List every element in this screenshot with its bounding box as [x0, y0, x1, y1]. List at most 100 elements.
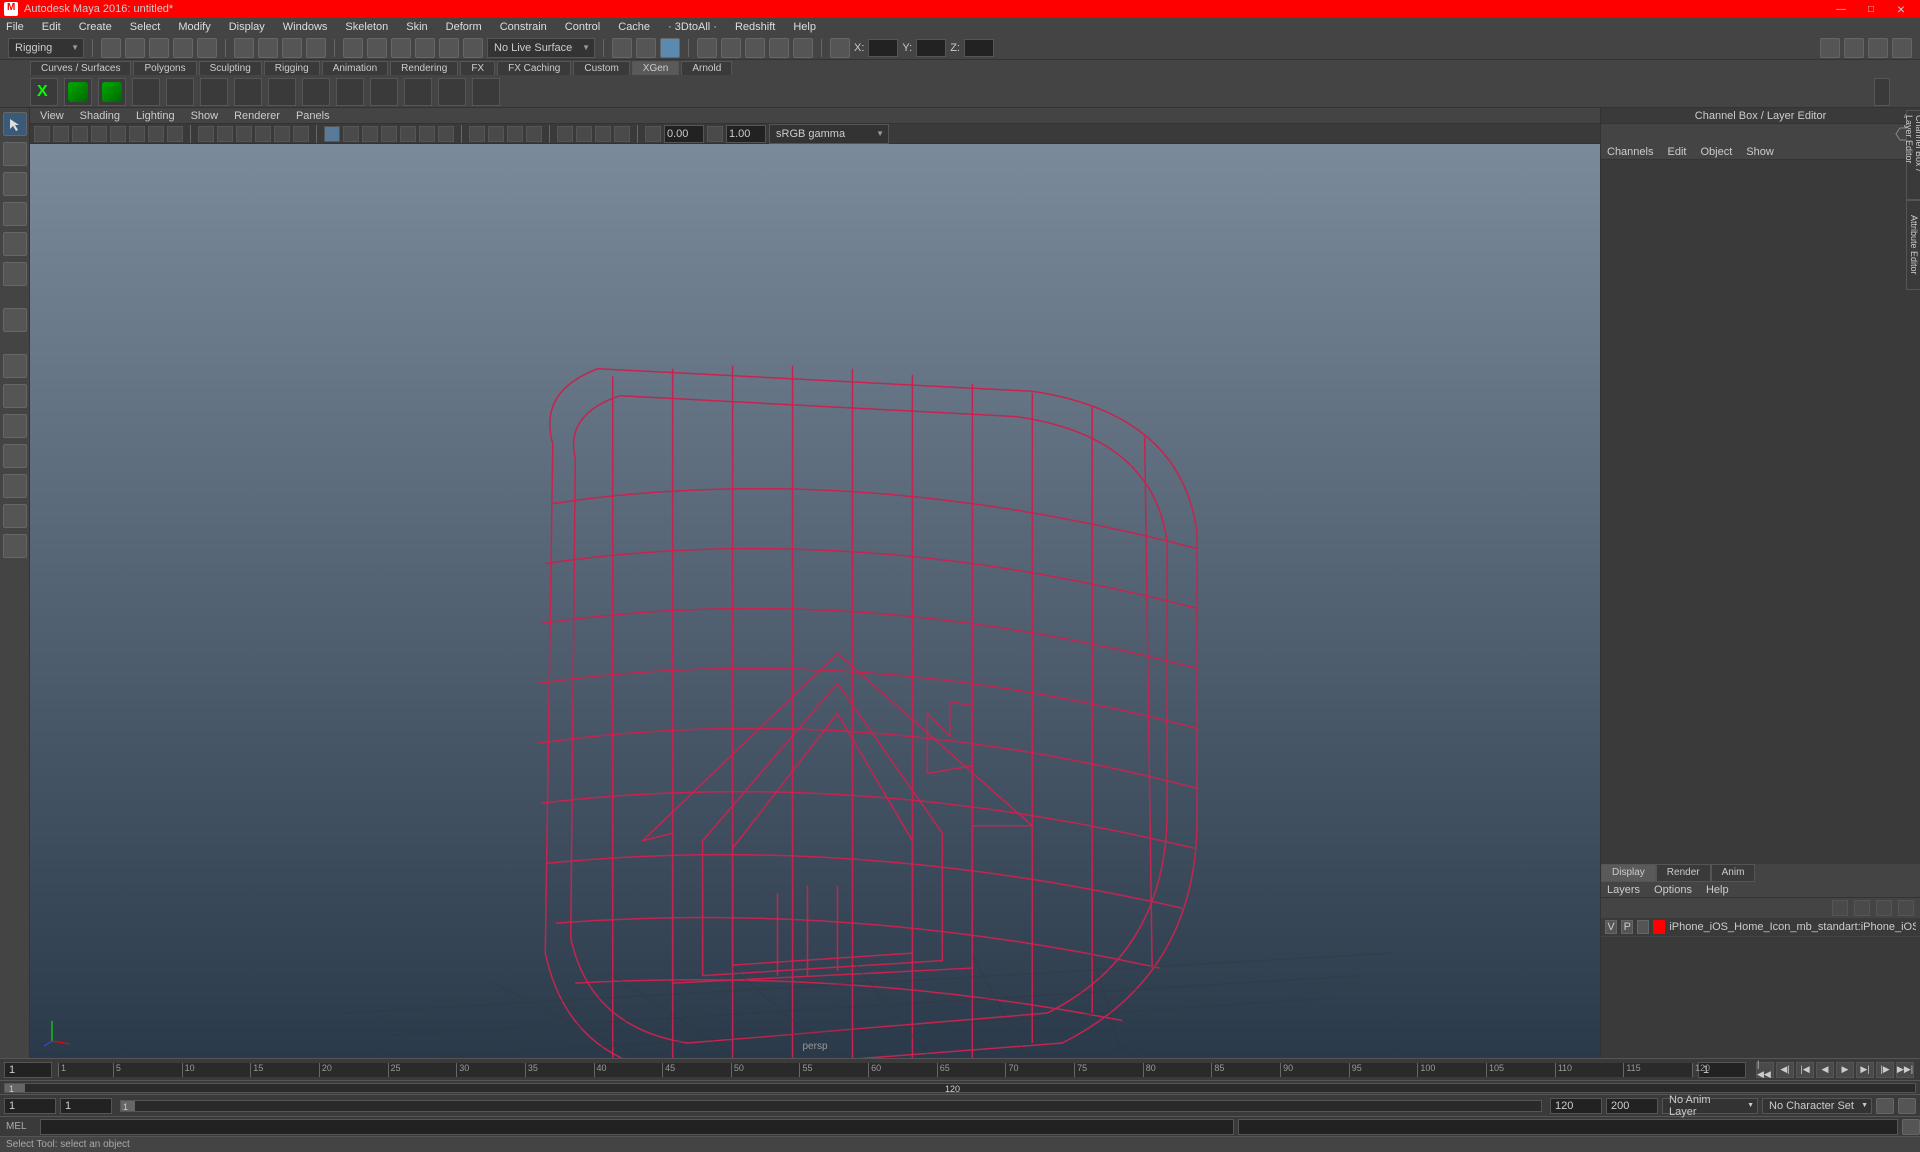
vp-aa[interactable] — [438, 126, 454, 142]
menu-display[interactable]: Display — [229, 21, 265, 33]
range-slider-2[interactable]: 1 — [120, 1100, 1542, 1112]
shelf-tab-curvessurfaces[interactable]: Curves / Surfaces — [30, 61, 131, 75]
arrow-button[interactable] — [306, 38, 326, 58]
layer-row[interactable]: V P iPhone_iOS_Home_Icon_mb_standart:iPh… — [1601, 918, 1920, 937]
layer-visibility-toggle[interactable]: V — [1605, 920, 1617, 934]
snap-grid-button[interactable] — [343, 38, 363, 58]
layer-tab-render[interactable]: Render — [1656, 864, 1711, 882]
vp-shadows[interactable] — [381, 126, 397, 142]
shelf-button-7[interactable] — [234, 78, 262, 106]
attribute-editor-button[interactable] — [1844, 38, 1864, 58]
vp-resolution-gate[interactable] — [198, 126, 214, 142]
layout-single-button[interactable] — [3, 354, 27, 378]
shelf-button-9[interactable] — [302, 78, 330, 106]
shelf-options-button[interactable] — [1874, 78, 1890, 106]
shelf-button-10[interactable] — [336, 78, 364, 106]
vp-default-light[interactable] — [469, 126, 485, 142]
menu-skin[interactable]: Skin — [406, 21, 427, 33]
vp-menu-show[interactable]: Show — [191, 110, 219, 122]
menu-file[interactable]: File — [6, 21, 24, 33]
lasso-tool[interactable] — [3, 142, 27, 166]
close-button[interactable]: × — [1886, 0, 1916, 18]
vp-exposure-icon[interactable] — [645, 126, 661, 142]
menu-edit[interactable]: Edit — [42, 21, 61, 33]
maximize-button[interactable]: □ — [1856, 0, 1886, 18]
time-ruler[interactable]: 1510152025303540455055606570758085909510… — [58, 1063, 1692, 1077]
layer-move-up-icon[interactable] — [1832, 900, 1848, 916]
ipr-button[interactable] — [721, 38, 741, 58]
vp-safe-title[interactable] — [274, 126, 290, 142]
open-scene-button[interactable] — [125, 38, 145, 58]
new-scene-button[interactable] — [101, 38, 121, 58]
paint-select-button[interactable] — [282, 38, 302, 58]
vp-colorspace-selector[interactable]: sRGB gamma — [769, 124, 889, 144]
cb-menu-edit[interactable]: Edit — [1667, 146, 1686, 158]
vp-select-camera[interactable] — [34, 126, 50, 142]
vp-lights[interactable] — [362, 126, 378, 142]
output-button[interactable] — [660, 38, 680, 58]
menu-help[interactable]: Help — [793, 21, 816, 33]
range-thumb[interactable]: 1 — [5, 1084, 25, 1092]
select-mode-button[interactable] — [234, 38, 254, 58]
snap-point-button[interactable] — [391, 38, 411, 58]
shelf-tab-sculpting[interactable]: Sculpting — [199, 61, 262, 75]
menu-modify[interactable]: Modify — [178, 21, 210, 33]
menu-deform[interactable]: Deform — [446, 21, 482, 33]
last-tool[interactable] — [3, 308, 27, 332]
script-editor-button[interactable] — [1902, 1119, 1920, 1135]
shelf-tab-fx[interactable]: FX — [460, 61, 495, 75]
side-tab-1[interactable]: Attribute Editor — [1906, 200, 1920, 290]
vp-xaxis[interactable] — [614, 126, 630, 142]
go-start-button[interactable]: |◀◀ — [1756, 1062, 1774, 1078]
menu-control[interactable]: Control — [565, 21, 600, 33]
vp-ao[interactable] — [400, 126, 416, 142]
playback-start-input[interactable]: 1 — [60, 1098, 112, 1114]
command-input[interactable] — [40, 1119, 1234, 1135]
cmd-lang-label[interactable]: MEL — [0, 1121, 40, 1132]
go-end-button[interactable]: ▶▶| — [1896, 1062, 1914, 1078]
range-start-input[interactable]: 1 — [4, 1098, 56, 1114]
snap-view-button[interactable] — [439, 38, 459, 58]
shelf-tab-custom[interactable]: Custom — [573, 61, 629, 75]
step-back-key-button[interactable]: ◀| — [1776, 1062, 1794, 1078]
snap-center-button[interactable] — [415, 38, 435, 58]
shelf-button-2[interactable] — [64, 78, 92, 106]
y-input[interactable] — [916, 39, 946, 57]
lasso-button[interactable] — [258, 38, 278, 58]
menu-redshift[interactable]: Redshift — [735, 21, 775, 33]
select-tool[interactable] — [3, 112, 27, 136]
channel-box-body[interactable] — [1601, 160, 1920, 864]
workspace-selector[interactable]: Rigging — [8, 38, 84, 58]
layer-menu-help[interactable]: Help — [1706, 884, 1729, 896]
vp-bookmark[interactable] — [72, 126, 88, 142]
shelf-button-5[interactable] — [166, 78, 194, 106]
layout-custom-button[interactable] — [3, 534, 27, 558]
vp-menu-renderer[interactable]: Renderer — [234, 110, 280, 122]
viewport[interactable]: persp — [30, 144, 1600, 1058]
layer-tab-display[interactable]: Display — [1601, 864, 1656, 882]
shelf-tab-animation[interactable]: Animation — [322, 61, 388, 75]
layout-three-button[interactable] — [3, 444, 27, 468]
vp-all-lights[interactable] — [488, 126, 504, 142]
vp-menu-lighting[interactable]: Lighting — [136, 110, 175, 122]
vp-isolate[interactable] — [557, 126, 573, 142]
layer-tab-anim[interactable]: Anim — [1711, 864, 1756, 882]
vp-textured[interactable] — [343, 126, 359, 142]
step-back-button[interactable]: |◀ — [1796, 1062, 1814, 1078]
layout-four-button[interactable] — [3, 384, 27, 408]
character-set-selector[interactable]: No Character Set — [1762, 1098, 1872, 1114]
vp-menu-shading[interactable]: Shading — [80, 110, 120, 122]
vp-selected-lights[interactable] — [507, 126, 523, 142]
step-forward-key-button[interactable]: |▶ — [1876, 1062, 1894, 1078]
vp-flat-light[interactable] — [526, 126, 542, 142]
shelf-tab-xgen[interactable]: XGen — [632, 61, 680, 75]
z-input[interactable] — [964, 39, 994, 57]
vp-2d-pan[interactable] — [110, 126, 126, 142]
xgen-shelf-button[interactable] — [30, 78, 58, 106]
input-button[interactable] — [636, 38, 656, 58]
play-back-button[interactable]: ◀ — [1816, 1062, 1834, 1078]
layout-outliner-button[interactable] — [3, 474, 27, 498]
layer-color-swatch[interactable] — [1653, 920, 1665, 934]
menu-constrain[interactable]: Constrain — [500, 21, 547, 33]
render-settings-button[interactable] — [745, 38, 765, 58]
